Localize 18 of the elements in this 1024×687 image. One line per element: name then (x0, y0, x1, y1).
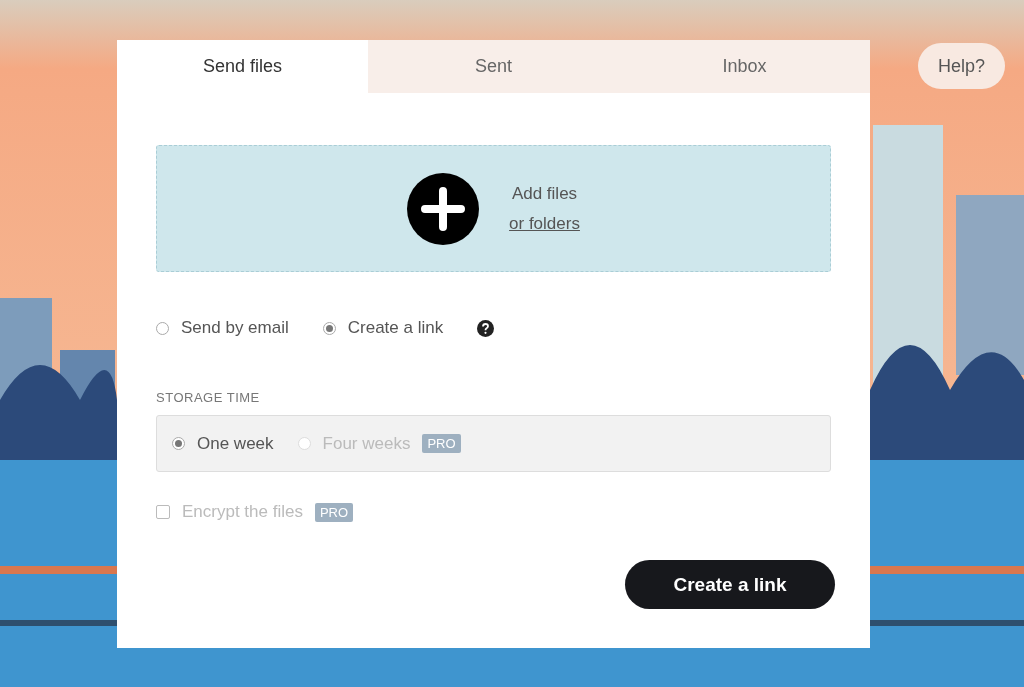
folders-link[interactable]: or folders (509, 213, 580, 234)
create-link-button[interactable]: Create a link (625, 560, 835, 609)
radio-button[interactable] (172, 437, 185, 450)
checkbox-label: Encrypt the files (182, 502, 303, 522)
plus-icon[interactable] (407, 172, 480, 245)
storage-time-label: STORAGE TIME (156, 390, 261, 405)
radio-label: Send by email (181, 318, 289, 338)
radio-label: Create a link (347, 318, 444, 338)
radio-label: One week (197, 433, 274, 454)
tab[interactable]: Inbox (619, 40, 870, 93)
radio-button[interactable] (156, 321, 169, 335)
file-drop-zone[interactable]: Add files or folders (156, 145, 831, 272)
radio-button[interactable] (322, 321, 336, 335)
tab[interactable]: Sent (368, 40, 619, 93)
add-files-label: Add files (511, 183, 578, 204)
pro-badge: PRO (314, 502, 354, 522)
pro-badge: PRO (422, 434, 461, 453)
help-icon[interactable] (477, 319, 495, 337)
